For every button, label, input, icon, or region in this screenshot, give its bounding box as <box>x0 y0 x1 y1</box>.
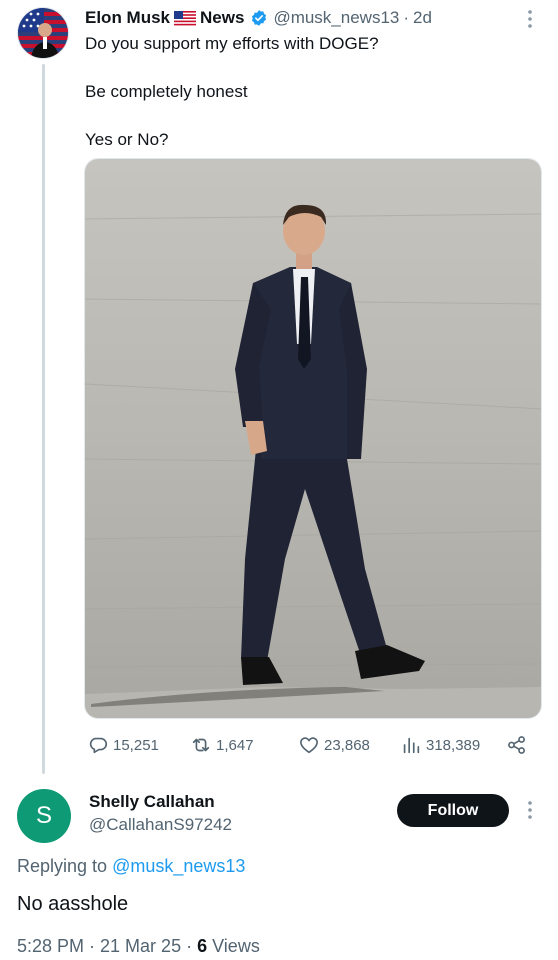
author-avatar[interactable] <box>17 7 69 59</box>
post-time[interactable]: 2d <box>413 8 432 28</box>
reply-author-handle[interactable]: @CallahanS97242 <box>89 815 232 835</box>
avatar-image <box>18 8 68 58</box>
post-header: Elon Musk News @musk_news13 · 2d <box>85 6 432 30</box>
like-action[interactable]: 23,868 <box>298 733 370 757</box>
views-count: 318,389 <box>426 736 481 754</box>
reply-author-name[interactable]: Shelly Callahan <box>89 792 215 812</box>
author-handle[interactable]: @musk_news13 <box>273 8 399 28</box>
reply-views-label: Views <box>212 936 260 956</box>
repost-icon <box>192 738 210 752</box>
us-flag-icon <box>174 10 197 26</box>
thread-connector-line <box>42 64 45 774</box>
reply-bubble-icon <box>89 737 107 754</box>
reply-action[interactable]: 15,251 <box>87 733 159 757</box>
more-options-icon[interactable] <box>520 8 540 30</box>
reply-views-count: 6 <box>197 936 208 956</box>
like-count: 23,868 <box>324 736 370 754</box>
author-name-suffix[interactable]: News <box>200 8 244 28</box>
repost-action[interactable]: 1,647 <box>190 733 254 757</box>
reply-meta: 5:28 PM · 21 Mar 25 · 6 Views <box>17 936 260 957</box>
share-icon <box>508 736 525 754</box>
heart-icon <box>300 737 318 754</box>
replying-to-mention-link[interactable]: @musk_news13 <box>112 856 245 876</box>
verified-badge-icon <box>250 9 268 27</box>
replying-to-prefix: Replying to <box>17 856 108 876</box>
post-media-photo[interactable] <box>84 158 542 719</box>
post-text-line-2: Be completely honest <box>85 82 248 101</box>
reply-text: No aasshole <box>17 893 129 915</box>
reply-author-avatar[interactable]: S <box>17 789 71 843</box>
repost-count: 1,647 <box>216 736 254 754</box>
post-text-line-1: Do you support my efforts with DOGE? <box>85 34 379 53</box>
replying-to-line: Replying to @musk_news13 <box>17 856 245 877</box>
photo-man-in-suit-walking-icon <box>85 159 541 718</box>
separator-dot: · <box>403 8 410 27</box>
views-action[interactable]: 318,389 <box>400 733 480 757</box>
follow-button[interactable]: Follow <box>397 794 509 827</box>
author-name[interactable]: Elon Musk <box>85 8 170 28</box>
post-text-line-3: Yes or No? <box>85 130 169 149</box>
reply-timestamp[interactable]: 5:28 PM · 21 Mar 25 · <box>17 936 192 956</box>
reply-count: 15,251 <box>113 736 159 754</box>
reply-more-options-icon[interactable] <box>520 799 540 821</box>
views-chart-icon <box>403 737 420 754</box>
share-action[interactable] <box>506 733 532 757</box>
